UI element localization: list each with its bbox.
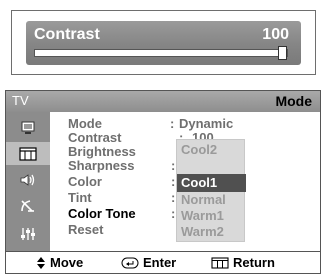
- option-cool1[interactable]: Cool1: [181, 175, 217, 190]
- colon: :: [171, 190, 176, 205]
- move-label: Move: [50, 255, 84, 270]
- menu-item-sharpness[interactable]: Sharpness: [68, 158, 134, 173]
- colon: :: [171, 206, 176, 221]
- colon: :: [171, 158, 176, 173]
- adjust-label: Contrast: [34, 26, 100, 43]
- footer-move: Move: [36, 255, 83, 270]
- menu-item-color-tone[interactable]: Color Tone: [68, 206, 136, 221]
- channel-icon[interactable]: [6, 194, 50, 217]
- contrast-slider-fill: [35, 50, 278, 56]
- menu-item-reset[interactable]: Reset: [68, 222, 103, 237]
- option-warm2[interactable]: Warm2: [181, 224, 224, 239]
- contrast-slider-thumb[interactable]: [278, 46, 287, 60]
- color-tone-dropdown[interactable]: Cool2 Cool1 Normal Warm1 Warm2: [176, 139, 246, 242]
- menu-item-contrast[interactable]: Contrast: [68, 130, 121, 145]
- picture-menu: TV Mode Mode Contrast Brightness Sharpne…: [5, 90, 321, 274]
- menu-item-brightness[interactable]: Brightness: [68, 144, 136, 159]
- enter-icon: [121, 257, 139, 268]
- contrast-slider[interactable]: [34, 46, 288, 60]
- footer-enter: Enter: [121, 255, 176, 270]
- tv-label: TV: [12, 93, 29, 108]
- menu-header: TV Mode: [6, 91, 320, 112]
- menu-item-mode[interactable]: Mode: [68, 116, 102, 131]
- enter-label: Enter: [143, 255, 177, 270]
- menu-title: Mode: [275, 93, 312, 109]
- adjust-value: 100: [262, 26, 289, 43]
- menu-item-color[interactable]: Color: [68, 174, 102, 189]
- menu-footer: Move Enter Return: [6, 251, 320, 273]
- contrast-adjust-panel: Contrast 100: [11, 10, 316, 75]
- return-icon: [211, 256, 229, 269]
- picture-icon[interactable]: [6, 142, 50, 165]
- input-icon[interactable]: [6, 116, 50, 139]
- option-cool2[interactable]: Cool2: [181, 142, 217, 157]
- contrast-adjust-bar: Contrast 100: [26, 21, 301, 65]
- option-normal[interactable]: Normal: [181, 192, 226, 207]
- menu-sidebar: [6, 112, 50, 252]
- updown-arrow-icon: [37, 256, 45, 269]
- setup-icon[interactable]: [6, 222, 50, 245]
- menu-content: Mode Contrast Brightness Sharpness Color…: [50, 112, 320, 252]
- return-label: Return: [233, 255, 275, 270]
- mode-value: Dynamic: [179, 116, 234, 131]
- sound-icon[interactable]: [6, 168, 50, 191]
- option-warm1[interactable]: Warm1: [181, 208, 224, 223]
- colon: :: [171, 174, 176, 189]
- footer-return: Return: [211, 255, 275, 270]
- colon: :: [170, 116, 175, 131]
- menu-item-tint[interactable]: Tint: [68, 190, 92, 205]
